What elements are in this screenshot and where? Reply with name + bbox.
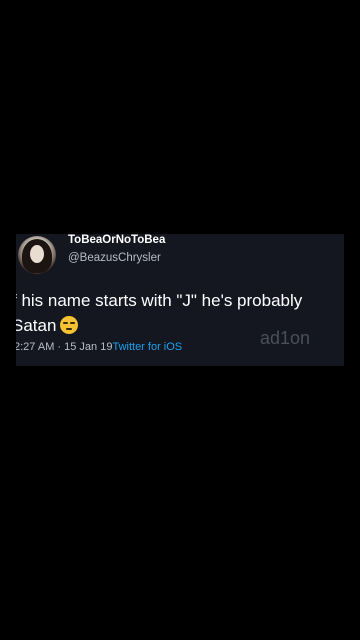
tweet-text-line-1: f his name starts with "J" he's probably bbox=[16, 291, 303, 310]
avatar[interactable] bbox=[18, 236, 56, 274]
tweet-card: ToBeaOrNoToBea @BeazusChrysler f his nam… bbox=[16, 234, 344, 366]
display-name[interactable]: ToBeaOrNoToBea bbox=[68, 234, 165, 246]
tweet-meta: 2:27 AM · 15 Jan 19Twitter for iOS bbox=[16, 341, 182, 353]
tweet-text-word: Satan bbox=[16, 316, 57, 335]
user-handle[interactable]: @BeazusChrysler bbox=[68, 252, 161, 264]
timestamp[interactable]: 2:27 AM · 15 Jan 19 bbox=[16, 341, 112, 353]
avatar-face bbox=[30, 245, 44, 263]
unamused-face-icon bbox=[60, 316, 79, 334]
watermark: ad1on bbox=[260, 328, 311, 348]
tweet-source-link[interactable]: Twitter for iOS bbox=[112, 341, 182, 353]
